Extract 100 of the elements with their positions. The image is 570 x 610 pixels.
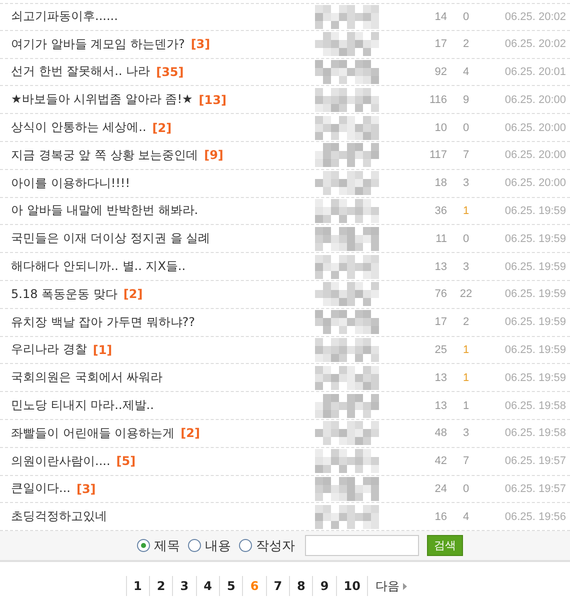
page-link[interactable]: 7 bbox=[266, 576, 290, 596]
vote-count: 7 bbox=[462, 455, 470, 468]
vote-count: 1 bbox=[462, 344, 470, 356]
reply-count: [1] bbox=[92, 342, 112, 357]
vote-count: 0 bbox=[462, 232, 470, 245]
reply-count: [2] bbox=[180, 426, 200, 440]
post-date: 06.25. 20:02 bbox=[504, 10, 567, 23]
post-title[interactable]: 지금 경복궁 앞 쪽 상황 보는중인데 bbox=[11, 146, 198, 164]
post-date: 06.25. 19:59 bbox=[504, 204, 567, 217]
reply-count: [13] bbox=[198, 92, 226, 107]
reply-count: [3] bbox=[190, 37, 210, 52]
view-count: 18 bbox=[434, 177, 447, 190]
view-count: 116 bbox=[428, 94, 447, 106]
view-count: 13 bbox=[434, 260, 447, 273]
post-title[interactable]: 아 알바들 내말에 반박한번 해봐라. bbox=[11, 202, 198, 220]
post-date: 06.25. 19:57 bbox=[504, 482, 567, 495]
post-title[interactable]: 쇠고기파동이후...... bbox=[11, 8, 118, 26]
vote-count: 3 bbox=[462, 427, 470, 440]
view-count: 36 bbox=[434, 204, 447, 217]
view-count: 117 bbox=[428, 149, 447, 162]
view-count: 17 bbox=[434, 316, 447, 328]
post-date: 06.25. 20:00 bbox=[504, 122, 567, 134]
post-title[interactable]: 의원이란사람이.... bbox=[11, 452, 110, 470]
vote-count: 0 bbox=[462, 482, 470, 495]
vote-count: 4 bbox=[462, 66, 470, 78]
vote-count: 1 bbox=[462, 400, 470, 412]
post-title[interactable]: 민노당 티내지 마라..제발.. bbox=[11, 397, 154, 414]
next-page-link[interactable]: 다음 bbox=[367, 576, 414, 596]
vote-count: 2 bbox=[462, 38, 470, 50]
post-date: 06.25. 19:59 bbox=[504, 288, 567, 300]
view-count: 92 bbox=[434, 66, 447, 78]
post-title[interactable]: 유치장 백날 잡아 가두면 뭐하냐?? bbox=[11, 314, 195, 331]
vote-count: 22 bbox=[458, 288, 474, 300]
post-date: 06.25. 20:00 bbox=[504, 94, 567, 106]
post-title[interactable]: 여기가 알바들 계모임 하는덴가? bbox=[11, 36, 185, 53]
search-option-radio[interactable]: 내용 bbox=[188, 536, 231, 555]
page-link[interactable]: 4 bbox=[196, 576, 219, 596]
post-title[interactable]: 해다해다 안되니까.. 별.. 지X들.. bbox=[11, 258, 186, 276]
vote-count: 3 bbox=[462, 260, 470, 273]
post-title[interactable]: 큰일이다... bbox=[11, 480, 70, 498]
post-date: 06.25. 20:02 bbox=[504, 38, 567, 50]
post-date: 06.25. 19:57 bbox=[504, 455, 567, 468]
post-date: 06.25. 20:00 bbox=[504, 177, 567, 190]
post-date: 06.25. 19:59 bbox=[504, 316, 567, 328]
reply-count: [3] bbox=[76, 482, 96, 496]
post-date: 06.25. 19:58 bbox=[504, 400, 567, 412]
vote-count: 9 bbox=[462, 94, 470, 106]
post-title[interactable]: 5.18 폭동운동 맞다 bbox=[11, 286, 118, 303]
page-link[interactable]: 2 bbox=[148, 576, 172, 596]
vote-count: 4 bbox=[462, 510, 470, 523]
vote-count: 3 bbox=[462, 177, 470, 190]
post-date: 06.25. 19:58 bbox=[504, 427, 567, 440]
caret-icon bbox=[403, 582, 408, 590]
page-link[interactable]: 8 bbox=[289, 576, 312, 596]
page-link[interactable]: 1 bbox=[126, 576, 149, 596]
post-date: 06.25. 20:00 bbox=[504, 149, 567, 162]
vote-count: 0 bbox=[462, 122, 470, 134]
view-count: 42 bbox=[434, 455, 447, 468]
page-link[interactable]: 9 bbox=[312, 576, 336, 596]
vote-count: 7 bbox=[462, 149, 470, 162]
view-count: 13 bbox=[434, 400, 447, 412]
post-date: 06.25. 19:59 bbox=[504, 260, 567, 273]
vote-count: 1 bbox=[462, 372, 470, 384]
post-title[interactable]: 우리나라 경찰 bbox=[11, 341, 87, 358]
post-title[interactable]: 선거 한번 잘못해서.. 나라 bbox=[11, 63, 150, 80]
view-count: 17 bbox=[434, 38, 447, 50]
post-title[interactable]: 국회의원은 국회에서 싸워라 bbox=[11, 369, 163, 386]
page-link[interactable]: 5 bbox=[218, 576, 242, 596]
view-count: 16 bbox=[434, 510, 447, 523]
view-count: 14 bbox=[434, 10, 447, 23]
view-count: 10 bbox=[434, 122, 447, 134]
post-date: 06.25. 19:56 bbox=[504, 510, 567, 523]
view-count: 25 bbox=[434, 344, 447, 356]
view-count: 48 bbox=[434, 427, 447, 440]
post-title[interactable]: 초딩걱정하고있네 bbox=[11, 508, 107, 526]
search-option-radio[interactable]: 작성자 bbox=[239, 536, 295, 555]
view-count: 11 bbox=[434, 232, 447, 245]
view-count: 13 bbox=[434, 372, 447, 384]
post-date: 06.25. 20:01 bbox=[504, 66, 567, 78]
reply-count: [9] bbox=[204, 148, 224, 162]
view-count: 76 bbox=[434, 288, 447, 300]
post-date: 06.25. 19:59 bbox=[504, 372, 567, 384]
post-date: 06.25. 19:59 bbox=[504, 344, 567, 356]
reply-count: [35] bbox=[156, 64, 184, 79]
post-title[interactable]: 좌빨들이 어린애들 이용하는게 bbox=[11, 424, 175, 442]
search-option-radio[interactable]: 제목 bbox=[137, 536, 180, 555]
page-link[interactable]: 10 bbox=[336, 576, 368, 596]
post-title[interactable]: 상식이 안통하는 세상에.. bbox=[11, 119, 146, 136]
reply-count: [5] bbox=[116, 454, 136, 468]
post-title[interactable]: 국민들은 이재 더이상 정지권 을 실례 bbox=[11, 230, 210, 248]
reply-count: [2] bbox=[123, 287, 143, 302]
vote-count: 1 bbox=[462, 204, 470, 217]
vote-count: 0 bbox=[462, 10, 470, 23]
post-date: 06.25. 19:59 bbox=[504, 232, 567, 245]
post-title[interactable]: ★바보들아 시위법좀 알아라 좀!★ bbox=[11, 91, 193, 108]
search-field[interactable] bbox=[305, 535, 419, 556]
page-link[interactable]: 3 bbox=[172, 576, 196, 596]
reply-count: [2] bbox=[152, 120, 172, 135]
post-title[interactable]: 아이를 이용하다니!!!! bbox=[11, 174, 130, 192]
vote-count: 2 bbox=[462, 316, 470, 328]
